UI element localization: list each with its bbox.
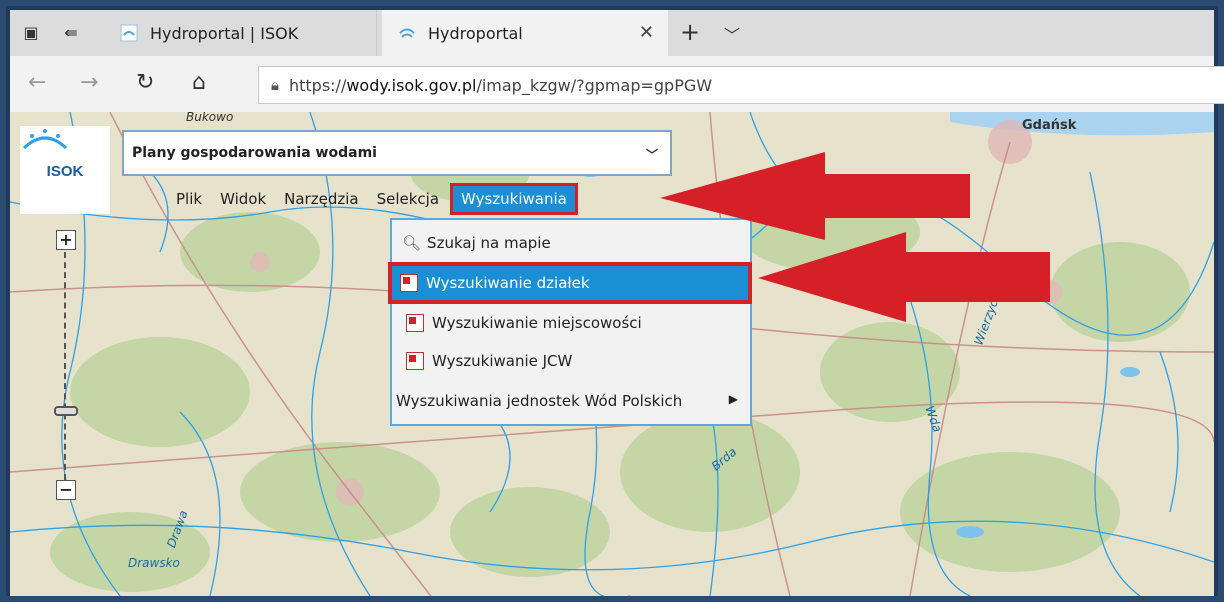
plan-select[interactable]: Plany gospodarowania wodami ﹀ [122, 130, 672, 176]
url-path: /imap_kzgw/?gpmap=gpPGW [476, 75, 713, 95]
dropdown-item-szukaj-na-mapie[interactable]: 🔍︎ Szukaj na mapie [398, 226, 551, 260]
zoom-in-button[interactable]: + [56, 230, 76, 250]
home-icon[interactable]: ⌂ [192, 70, 206, 96]
tab-actions-icon[interactable]: ▣ [20, 22, 42, 44]
dropdown-item-label: Wyszukiwanie działek [426, 274, 590, 292]
back-icon[interactable]: ← [28, 70, 46, 96]
globe-icon [120, 24, 138, 42]
menu-selekcja[interactable]: Selekcja [377, 190, 439, 208]
dropdown-item-label: Wyszukiwania jednostek Wód Polskich [396, 392, 683, 410]
tab-title: Hydroportal [428, 23, 523, 43]
dropdown-item-label: Szukaj na mapie [427, 234, 551, 252]
lock-icon: 🔒︎ [271, 76, 279, 94]
zoom-out-button[interactable]: − [56, 480, 76, 500]
dropdown-item-wyszukiwanie-miejscowosci[interactable]: Wyszukiwanie miejscowości [398, 306, 642, 340]
zoom-slider-handle[interactable] [54, 406, 78, 416]
search-icon: 🔍︎ [402, 234, 422, 252]
dropdown-item-wyszukiwanie-jcw[interactable]: Wyszukiwanie JCW [398, 344, 572, 378]
forward-icon[interactable]: → [80, 70, 98, 96]
url-prefix: https:// [288, 75, 347, 95]
wyszukiwania-dropdown: 🔍︎ Szukaj na mapie Wyszukiwanie działek … [388, 218, 752, 426]
dropdown-item-label: Wyszukiwanie miejscowości [432, 314, 642, 332]
dropdown-item-jednostek-wod-polskich[interactable]: Wyszukiwania jednostek Wód Polskich ▶ [396, 384, 746, 418]
close-icon[interactable]: ✕ [639, 22, 654, 43]
layer-icon [406, 352, 424, 370]
dropdown-item-wyszukiwanie-dzialek[interactable]: Wyszukiwanie działek [388, 262, 752, 304]
map-label-drawsko: Drawsko [128, 556, 180, 570]
menu-widok[interactable]: Widok [220, 190, 266, 208]
plan-select-value: Plany gospodarowania wodami [132, 145, 377, 161]
logo-text: ISOK [46, 162, 84, 180]
url-input[interactable]: 🔒︎ https://wody.isok.gov.pl/imap_kzgw/?g… [258, 66, 1224, 104]
set-aside-tabs-icon[interactable]: ⇚ [60, 22, 82, 44]
menu-narzedzia[interactable]: Narzędzia [284, 190, 358, 208]
zoom-track[interactable] [64, 252, 70, 480]
url-host: wody.isok.gov.pl [346, 75, 477, 95]
layer-icon [406, 314, 424, 332]
chevron-down-icon[interactable]: ﹀ [724, 22, 740, 46]
zoom-control: + − [54, 230, 78, 500]
layer-icon [400, 274, 418, 292]
browser-tab-bar: ▣ ⇚ Hydroportal | ISOK Hydroportal ✕ + ﹀ [10, 10, 1214, 56]
menu-bar: Plik Widok Narzędzia Selekcja Wyszukiwan… [176, 182, 593, 216]
tab-hydroportal[interactable]: Hydroportal ✕ [382, 10, 668, 56]
map-label-bukowo: Bukowo [186, 112, 234, 124]
menu-plik[interactable]: Plik [176, 190, 202, 208]
menu-wyszukiwania[interactable]: Wyszukiwania [450, 183, 578, 215]
tab-hydroportal-isok[interactable]: Hydroportal | ISOK [104, 10, 377, 56]
isok-logo-icon [22, 129, 68, 150]
submenu-arrow-icon: ▶ [728, 392, 738, 406]
dropdown-item-label: Wyszukiwanie JCW [432, 352, 573, 370]
isok-logo[interactable]: ISOK [20, 126, 110, 214]
map-view[interactable]: Gdańsk Bukowo Drawa Drawsko Brda Wda Wie… [10, 112, 1214, 596]
refresh-icon[interactable]: ↻ [136, 70, 154, 96]
chevron-down-icon: ﹀ [645, 148, 658, 162]
address-bar: ← → ↻ ⌂ 🔒︎ https://wody.isok.gov.pl/imap… [10, 56, 1224, 113]
map-label-gdansk: Gdańsk [1022, 118, 1077, 133]
tab-title: Hydroportal | ISOK [150, 23, 299, 43]
plus-icon[interactable]: + [680, 18, 700, 46]
hydroportal-icon [398, 24, 416, 42]
